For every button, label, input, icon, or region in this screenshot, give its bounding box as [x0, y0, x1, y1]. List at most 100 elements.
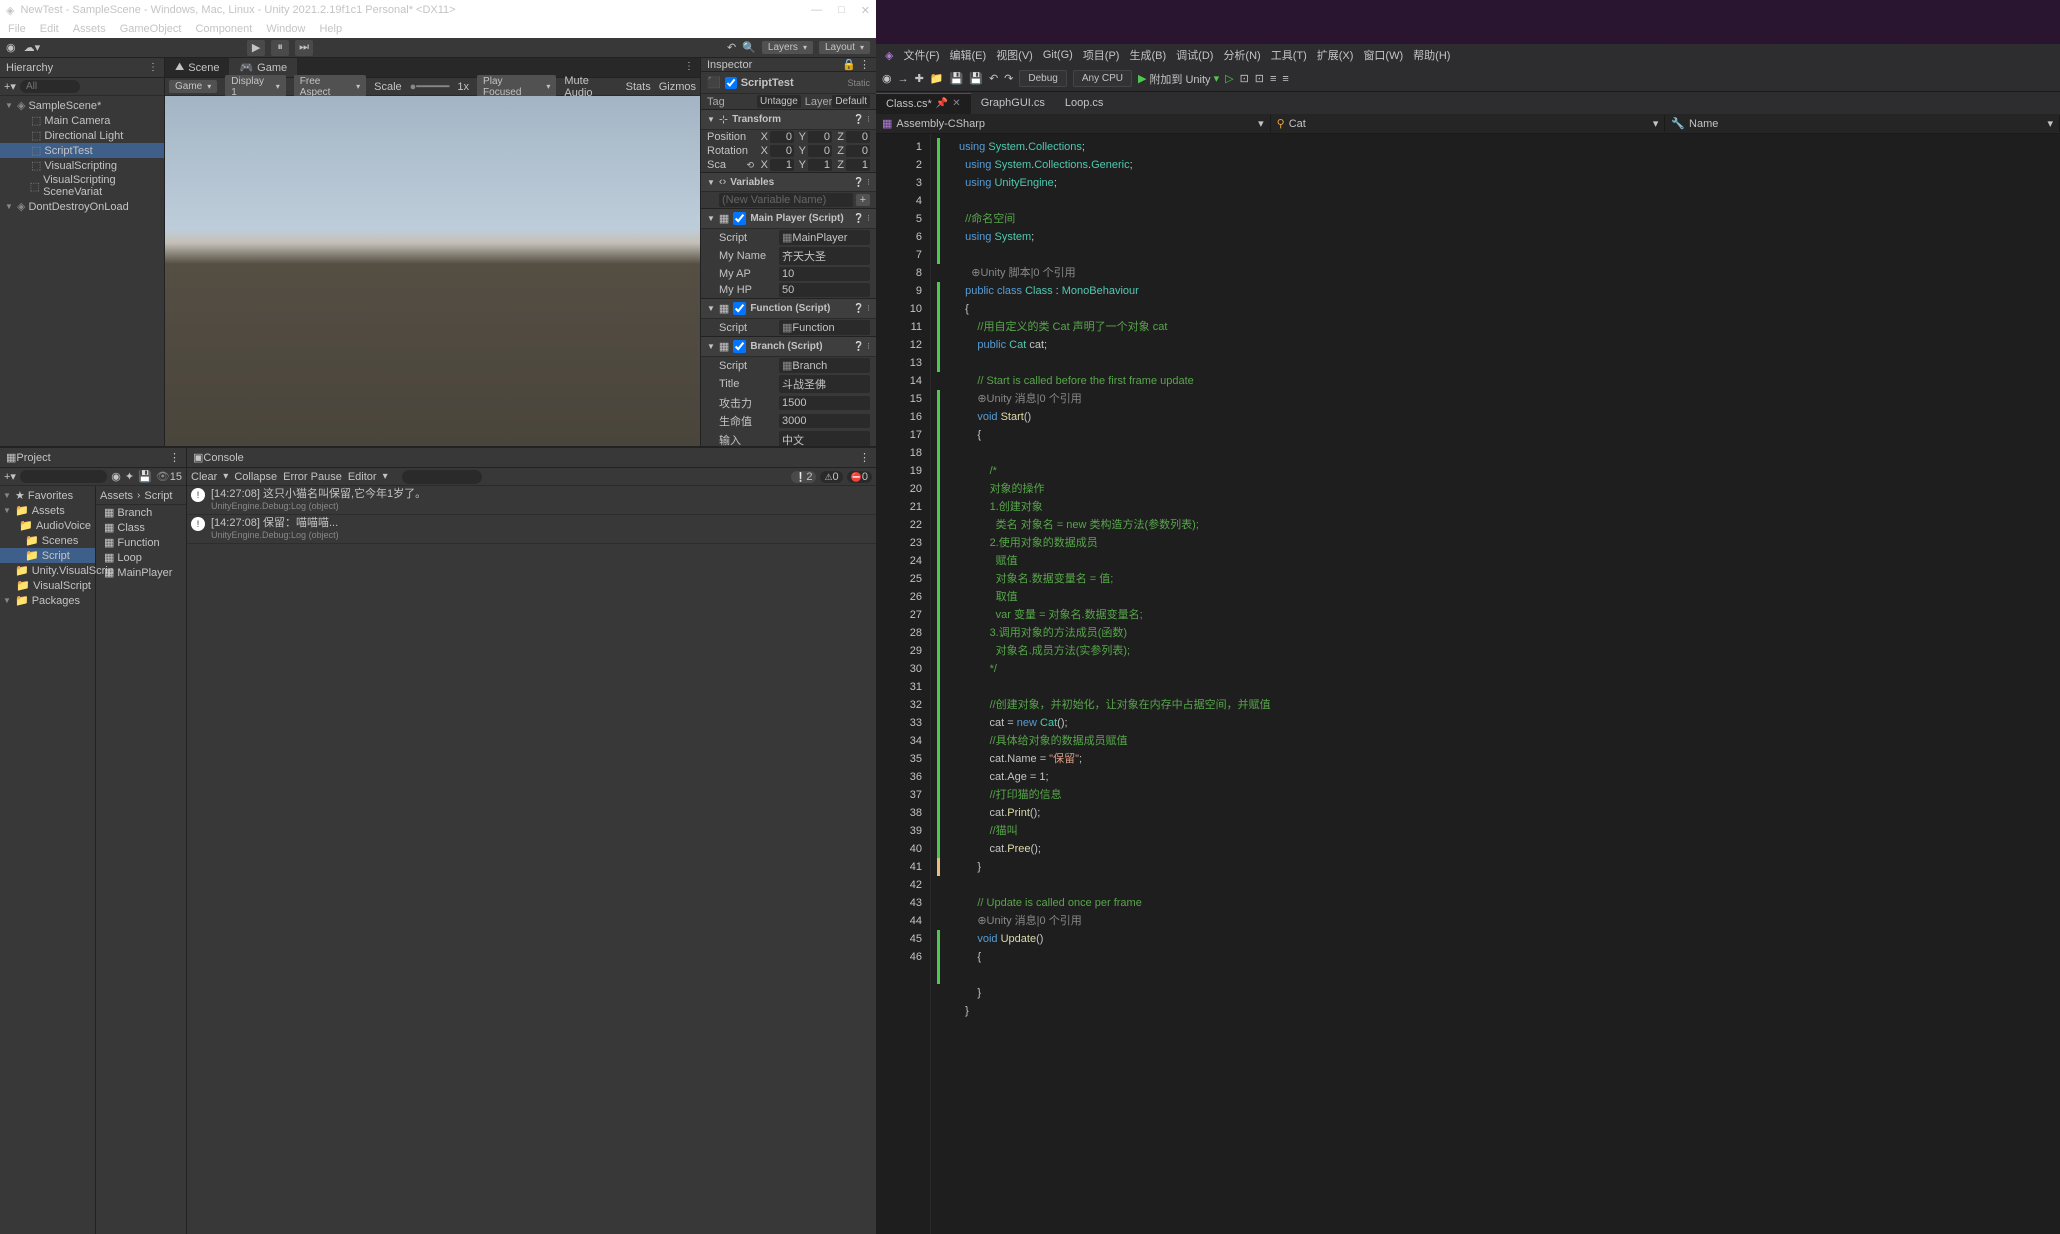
- fwd-icon[interactable]: →: [898, 73, 909, 85]
- create-icon[interactable]: +▾: [4, 80, 16, 93]
- field-input[interactable]: 10: [779, 267, 870, 281]
- filter-icon[interactable]: ◉: [111, 470, 121, 483]
- collapse-toggle[interactable]: Collapse: [234, 471, 277, 483]
- save-icon[interactable]: 💾: [950, 72, 964, 85]
- hierarchy-search[interactable]: [20, 80, 80, 93]
- vs-menu-build[interactable]: 生成(B): [1126, 47, 1169, 63]
- maximize-icon[interactable]: □: [838, 4, 845, 17]
- mainplayer-header[interactable]: ▼▦Main Player (Script)❔ ⁝: [701, 208, 876, 229]
- transform-header[interactable]: ▼⊹Transform❔ ⁝: [701, 109, 876, 130]
- menu-help[interactable]: Help: [319, 23, 342, 35]
- tab-loop[interactable]: Loop.cs: [1055, 93, 1114, 113]
- aspect-dropdown[interactable]: Free Aspect: [294, 75, 366, 99]
- project-folder[interactable]: 📁VisualScript: [0, 578, 95, 593]
- account-icon[interactable]: ◉: [6, 41, 16, 54]
- project-asset[interactable]: ▦Class: [96, 520, 186, 535]
- save-all-icon[interactable]: 💾: [969, 72, 983, 85]
- layout-dropdown[interactable]: Layout: [819, 41, 870, 54]
- hierarchy-item[interactable]: ⬚Directional Light: [0, 128, 164, 143]
- play-focused-dropdown[interactable]: Play Focused: [477, 75, 556, 99]
- tab-class[interactable]: Class.cs*📌✕: [876, 93, 971, 114]
- nav-member[interactable]: 🔧Name▾: [1665, 115, 2060, 132]
- vs-menu-extensions[interactable]: 扩展(X): [1314, 47, 1357, 63]
- object-name[interactable]: ScriptTest: [741, 77, 844, 89]
- active-checkbox[interactable]: [725, 77, 737, 89]
- vs-editor[interactable]: 1234567891011121314151617181920212223242…: [876, 134, 2060, 1234]
- hierarchy-item[interactable]: ▼◈SampleScene*: [0, 98, 164, 113]
- menu-gameobject[interactable]: GameObject: [120, 23, 182, 35]
- open-icon[interactable]: 📁: [930, 72, 944, 85]
- gizmos-toggle[interactable]: Gizmos: [659, 81, 696, 93]
- menu-window[interactable]: Window: [266, 23, 305, 35]
- field-input[interactable]: 1500: [779, 396, 870, 410]
- menu-assets[interactable]: Assets: [73, 23, 106, 35]
- nav-assembly[interactable]: ▦Assembly-CSharp▾: [876, 115, 1271, 132]
- pause-button[interactable]: ⏸: [271, 40, 289, 56]
- hierarchy-item[interactable]: ⬚VisualScripting: [0, 158, 164, 173]
- icon[interactable]: ⊡: [1255, 72, 1264, 85]
- create-icon[interactable]: +▾: [4, 470, 16, 483]
- cpu-dropdown[interactable]: Any CPU: [1073, 70, 1132, 87]
- console-tab[interactable]: ▣ Console⋮: [187, 448, 876, 468]
- vs-menu-window[interactable]: 窗口(W): [1360, 47, 1406, 63]
- run-nobuild-button[interactable]: ▷: [1225, 72, 1233, 85]
- project-folder[interactable]: 📁Script: [0, 548, 95, 563]
- warn-count[interactable]: ⚠0: [820, 471, 842, 483]
- project-folder[interactable]: 📁Unity.VisualScrip: [0, 563, 95, 578]
- project-asset[interactable]: ▦Loop: [96, 550, 186, 565]
- play-button[interactable]: ▶: [247, 40, 265, 56]
- inspector-tab[interactable]: Inspector🔒 ⋮: [701, 58, 876, 72]
- err-count[interactable]: ⛔0: [847, 471, 872, 483]
- vs-menu-file[interactable]: 文件(F): [900, 47, 942, 63]
- console-log-entry[interactable]: ![14:27:08] 保留：喵喵喵...UnityEngine.Debug:L…: [187, 515, 876, 544]
- info-count[interactable]: ❕2: [791, 471, 816, 483]
- search-icon[interactable]: 🔍: [742, 41, 756, 54]
- icon[interactable]: ≡: [1282, 73, 1288, 85]
- game-dropdown[interactable]: Game: [169, 80, 217, 93]
- mute-audio-toggle[interactable]: Mute Audio: [564, 75, 617, 99]
- new-icon[interactable]: ✚: [915, 72, 924, 85]
- project-tab[interactable]: ▦ Project⋮: [0, 448, 186, 468]
- menu-edit[interactable]: Edit: [40, 23, 59, 35]
- nav-class[interactable]: ⚲Cat▾: [1271, 115, 1666, 132]
- branch-header[interactable]: ▼▦Branch (Script)❔ ⁝: [701, 336, 876, 357]
- display-dropdown[interactable]: Display 1: [225, 75, 286, 99]
- hierarchy-tab[interactable]: Hierarchy⋮: [0, 58, 164, 78]
- icon[interactable]: ≡: [1270, 73, 1276, 85]
- static-label[interactable]: Static: [847, 78, 870, 88]
- tab-scene[interactable]: ⛰ Scene: [165, 58, 229, 77]
- stats-toggle[interactable]: Stats: [626, 81, 651, 93]
- project-folder[interactable]: ▼📁Assets: [0, 503, 95, 518]
- project-folder[interactable]: ▼★Favorites: [0, 488, 95, 503]
- project-folder[interactable]: ▼📁Packages: [0, 593, 95, 608]
- layer-dropdown[interactable]: Default: [832, 95, 870, 108]
- tag-dropdown[interactable]: Untagge: [757, 95, 801, 108]
- hierarchy-item[interactable]: ⬚VisualScripting SceneVariat: [0, 173, 164, 199]
- panel-menu-icon[interactable]: ⋮: [678, 58, 700, 77]
- project-folder[interactable]: 📁Scenes: [0, 533, 95, 548]
- config-dropdown[interactable]: Debug: [1019, 70, 1066, 87]
- menu-component[interactable]: Component: [195, 23, 252, 35]
- add-variable-button[interactable]: +: [856, 194, 870, 206]
- vs-menu-edit[interactable]: 编辑(E): [947, 47, 990, 63]
- hierarchy-item[interactable]: ⬚Main Camera: [0, 113, 164, 128]
- vs-menu-help[interactable]: 帮助(H): [1410, 47, 1453, 63]
- field-input[interactable]: 中文: [779, 431, 870, 446]
- editor-dropdown[interactable]: Editor: [348, 471, 377, 483]
- vs-menu-debug[interactable]: 调试(D): [1173, 47, 1216, 63]
- project-folder[interactable]: 📁AudioVoice: [0, 518, 95, 533]
- run-button[interactable]: ▶ 附加到 Unity ▾: [1138, 71, 1219, 87]
- vs-menu-tools[interactable]: 工具(T): [1268, 47, 1310, 63]
- cloud-icon[interactable]: ☁▾: [24, 41, 41, 54]
- step-button[interactable]: ⏭: [295, 40, 313, 56]
- close-icon[interactable]: ✕: [952, 98, 960, 109]
- function-header[interactable]: ▼▦Function (Script)❔ ⁝: [701, 298, 876, 319]
- minimize-icon[interactable]: —: [811, 4, 822, 17]
- pin-icon[interactable]: 📌: [936, 98, 948, 109]
- field-input[interactable]: 50: [779, 283, 870, 297]
- redo-icon[interactable]: ↷: [1004, 72, 1013, 85]
- hierarchy-item[interactable]: ⬚ScriptTest: [0, 143, 164, 158]
- project-search[interactable]: [20, 470, 107, 483]
- error-pause-toggle[interactable]: Error Pause: [283, 471, 342, 483]
- field-input[interactable]: 3000: [779, 414, 870, 428]
